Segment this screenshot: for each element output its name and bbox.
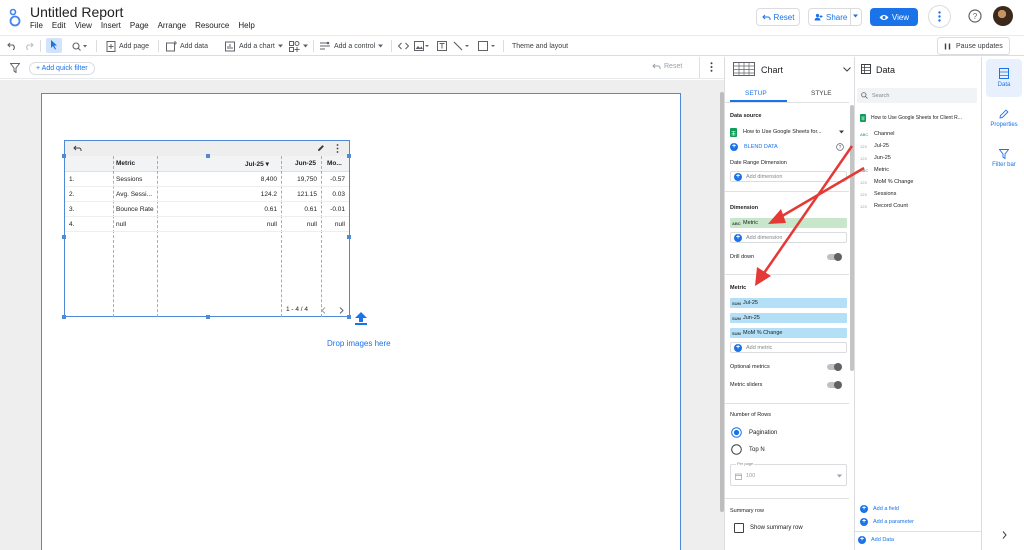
annotation-arrows <box>755 145 865 286</box>
annotation-arrowhead <box>768 209 786 224</box>
annotation-arrow-metric <box>760 145 854 277</box>
annotation-arrowhead <box>755 267 771 286</box>
